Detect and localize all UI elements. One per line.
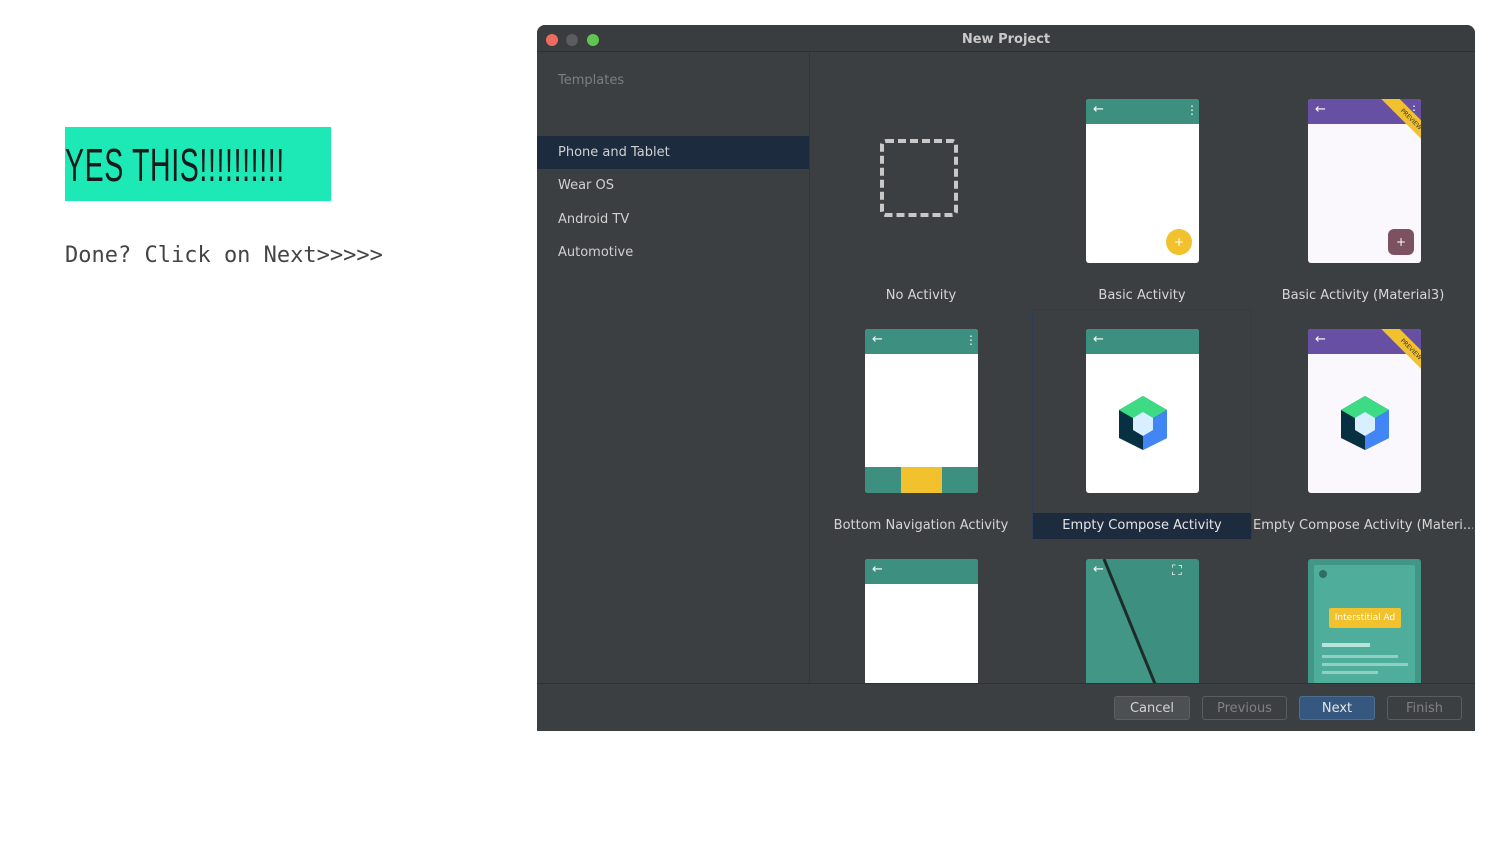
title-bar: New Project <box>537 25 1475 52</box>
template-label: Basic Activity <box>1098 288 1186 303</box>
phone-preview: ← ⛶ <box>1086 559 1199 683</box>
back-arrow-icon: ← <box>1093 102 1104 117</box>
template-label: Basic Activity (Material3) <box>1281 288 1445 303</box>
phone-preview: ← ⋮ + <box>1086 99 1199 263</box>
jetpack-compose-logo-icon <box>1341 396 1389 450</box>
template-basic-activity[interactable]: ← ⋮ + Basic Activity <box>1032 79 1252 309</box>
template-basic-activity-material3[interactable]: ← ⋮ + PREVIEW Basic Activity (Material3) <box>1253 79 1473 309</box>
template-empty-compose-activity-material3[interactable]: ← PREVIEW Empty Compose Activity (Materi… <box>1253 309 1473 539</box>
dialog-footer: Cancel Previous Next Finish <box>537 683 1475 731</box>
template-empty-compose-activity[interactable]: ← Empty Compose Activity <box>1032 309 1252 539</box>
ad-dot-icon <box>1319 570 1327 578</box>
bottom-navigation-bar <box>865 467 978 493</box>
back-arrow-icon: ← <box>1315 102 1326 117</box>
back-arrow-icon: ← <box>872 562 883 577</box>
phone-preview: ← <box>865 559 978 683</box>
template-fullscreen-activity[interactable]: ← ⛶ <box>1032 539 1252 683</box>
back-arrow-icon: ← <box>1093 562 1104 577</box>
ad-card: Interstitial Ad <box>1314 565 1415 683</box>
empty-placeholder-icon <box>880 139 958 217</box>
phone-preview: ← PREVIEW <box>1308 329 1421 493</box>
template-label: No Activity <box>885 288 957 303</box>
banner-text: YES THIS!!!!!!!!!! <box>65 139 285 191</box>
sidebar-item-wear-os[interactable]: Wear OS <box>537 169 809 202</box>
back-arrow-icon: ← <box>872 332 883 347</box>
fullscreen-icon: ⛶ <box>1172 563 1182 579</box>
template-interstitial-ad[interactable]: Interstitial Ad <box>1253 539 1473 683</box>
next-button[interactable]: Next <box>1299 696 1375 720</box>
instruction-text: Done? Click on Next>>>>> <box>65 243 383 268</box>
template-label: Empty Compose Activity <box>1033 513 1251 539</box>
minimize-window-icon[interactable] <box>566 34 578 46</box>
template-empty-activity[interactable]: ← <box>811 539 1031 683</box>
close-window-icon[interactable] <box>546 34 558 46</box>
template-gallery: No Activity ← ⋮ + Basic Activity ← ⋮ + P… <box>810 52 1475 683</box>
template-bottom-navigation-activity[interactable]: ← ⋮ Bottom Navigation Activity <box>811 309 1031 539</box>
cancel-button[interactable]: Cancel <box>1114 696 1190 720</box>
overflow-menu-icon: ⋮ <box>965 333 977 347</box>
app-bar: ← ⋮ <box>865 329 978 354</box>
ad-text-line <box>1322 663 1408 666</box>
dialog-title: New Project <box>961 32 1051 47</box>
phone-preview: ← ⋮ + PREVIEW <box>1308 99 1421 263</box>
phone-preview: ← <box>1086 329 1199 493</box>
sidebar-item-android-tv[interactable]: Android TV <box>537 203 809 236</box>
template-no-activity[interactable]: No Activity <box>811 79 1031 309</box>
phone-preview: ← ⋮ <box>865 329 978 493</box>
sidebar-item-phone-and-tablet[interactable]: Phone and Tablet <box>537 136 809 169</box>
diagonal-split-graphic <box>1086 559 1157 683</box>
ad-text-line <box>1322 655 1398 658</box>
finish-button[interactable]: Finish <box>1387 696 1462 720</box>
ad-text-line <box>1322 671 1378 674</box>
fab-add-icon: + <box>1388 229 1414 255</box>
ad-text-line <box>1322 643 1370 647</box>
back-arrow-icon: ← <box>1315 332 1326 347</box>
app-bar: ← <box>1086 329 1199 354</box>
phone-preview: Interstitial Ad <box>1308 559 1421 683</box>
sidebar-heading: Templates <box>558 73 625 88</box>
new-project-dialog: New Project Templates Phone and Tablet W… <box>537 25 1475 731</box>
interstitial-ad-label: Interstitial Ad <box>1329 608 1401 628</box>
jetpack-compose-logo-icon <box>1119 396 1167 450</box>
template-label: Empty Compose Activity (Materi... <box>1253 518 1473 533</box>
app-bar: ← <box>865 559 978 584</box>
maximize-window-icon[interactable] <box>587 34 599 46</box>
back-arrow-icon: ← <box>1093 332 1104 347</box>
previous-button[interactable]: Previous <box>1202 696 1287 720</box>
overflow-menu-icon: ⋮ <box>1186 103 1198 117</box>
fab-add-icon: + <box>1166 229 1192 255</box>
template-label: Bottom Navigation Activity <box>833 518 1009 533</box>
bottom-nav-selected-item <box>901 467 942 493</box>
sidebar-item-automotive[interactable]: Automotive <box>537 236 809 269</box>
app-bar: ← ⋮ <box>1086 99 1199 124</box>
template-category-sidebar: Templates Phone and Tablet Wear OS Andro… <box>537 52 810 683</box>
